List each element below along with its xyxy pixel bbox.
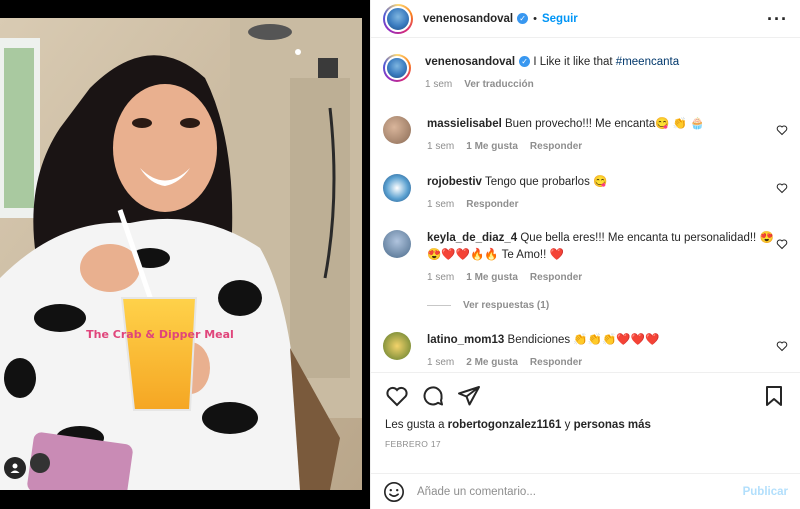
cup-print: The Crab & Dipper Meal — [86, 328, 234, 341]
commenter-avatar[interactable] — [383, 230, 411, 258]
caption-avatar[interactable] — [383, 54, 411, 82]
comment-row: rojobestiv Tengo que probarlos 😋 1 sem R… — [383, 174, 788, 210]
more-options-icon[interactable]: ··· — [767, 10, 788, 28]
comment-time: 1 sem — [427, 199, 455, 210]
post-actions: Les gusta a robertogonzalez1161 y person… — [371, 372, 800, 462]
comment-text: Buen provecho!!! Me encanta😋 👏 🧁 — [505, 118, 705, 130]
comment-username[interactable]: keyla_de_diaz_4 — [427, 232, 517, 244]
comments-list: venenosandoval ✓ I Like it like that #mee… — [371, 38, 800, 372]
user-tag-button[interactable] — [4, 457, 26, 479]
emoji-icon[interactable] — [383, 481, 405, 503]
author-username[interactable]: venenosandoval — [423, 13, 513, 25]
comment-likes[interactable]: 1 Me gusta — [466, 141, 518, 152]
author-avatar[interactable] — [383, 3, 413, 34]
likes-summary: Les gusta a robertogonzalez1161 y person… — [385, 419, 786, 431]
comment-username[interactable]: rojobestiv — [427, 176, 482, 188]
comment-time: 1 sem — [427, 141, 455, 152]
view-replies-toggle[interactable]: Ver respuestas (1) — [427, 300, 549, 311]
heart-icon[interactable] — [776, 124, 788, 136]
reply-button[interactable]: Responder — [530, 272, 582, 283]
likes-and: y — [564, 419, 571, 431]
likes-username[interactable]: robertogonzalez1161 — [448, 419, 562, 431]
comment-row: keyla_de_diaz_4 Que bella eres!!! Me enc… — [383, 230, 788, 283]
view-replies-label[interactable]: Ver respuestas (1) — [463, 300, 549, 311]
comment-row: latino_mom13 Bendiciones 👏👏👏❤️❤️❤️ 1 sem… — [383, 332, 788, 368]
bookmark-icon[interactable] — [762, 384, 786, 408]
commenter-avatar[interactable] — [383, 174, 411, 202]
post-sidebar: venenosandoval ✓ • Seguir ··· venenosand… — [370, 0, 800, 509]
post-header: venenosandoval ✓ • Seguir ··· — [371, 0, 800, 38]
comment-text: Bendiciones 👏👏👏❤️❤️❤️ — [507, 334, 660, 346]
heart-icon[interactable] — [385, 384, 409, 408]
likes-prefix: Les gusta a — [385, 419, 445, 431]
follow-button[interactable]: Seguir — [542, 13, 578, 25]
comment-likes[interactable]: 1 Me gusta — [466, 272, 518, 283]
commenter-avatar[interactable] — [383, 332, 411, 360]
publish-button[interactable]: Publicar — [743, 486, 788, 498]
heart-icon[interactable] — [776, 238, 788, 250]
see-translation-link[interactable]: Ver traducción — [464, 79, 533, 90]
comment-likes[interactable]: 2 Me gusta — [466, 357, 518, 368]
comment-row: massielisabel Buen provecho!!! Me encant… — [383, 116, 788, 152]
comment-text: Tengo que probarlos 😋 — [484, 176, 608, 188]
comment-username[interactable]: massielisabel — [427, 118, 502, 130]
comment-icon[interactable] — [421, 384, 445, 408]
replies-divider — [427, 305, 451, 306]
caption-text: I Like it like that — [533, 56, 613, 68]
likes-others[interactable]: personas más — [574, 419, 651, 431]
post-photo[interactable]: The Crab & Dipper Meal — [0, 18, 362, 490]
photo-illustration: The Crab & Dipper Meal — [0, 18, 362, 490]
caption-hashtag[interactable]: #meencanta — [616, 56, 679, 68]
post-media: The Crab & Dipper Meal — [0, 0, 370, 509]
comment-time: 1 sem — [427, 357, 455, 368]
comment-username[interactable]: latino_mom13 — [427, 334, 504, 346]
reply-button[interactable]: Responder — [466, 199, 518, 210]
heart-icon[interactable] — [776, 182, 788, 194]
share-icon[interactable] — [457, 384, 481, 408]
reply-button[interactable]: Responder — [530, 141, 582, 152]
comment-time: 1 sem — [427, 272, 455, 283]
reply-button[interactable]: Responder — [530, 357, 582, 368]
comment-input[interactable] — [417, 485, 743, 498]
separator-dot: • — [533, 12, 537, 25]
verified-badge-icon: ✓ — [517, 13, 529, 24]
post-date[interactable]: FEBRERO 17 — [385, 439, 786, 449]
user-tag-icon — [10, 463, 20, 473]
commenter-avatar[interactable] — [383, 116, 411, 144]
caption-row: venenosandoval ✓ I Like it like that #mee… — [383, 54, 788, 90]
action-icons — [385, 373, 786, 419]
heart-icon[interactable] — [776, 340, 788, 352]
caption-username[interactable]: venenosandoval — [425, 56, 515, 68]
add-comment-bar: Publicar — [371, 473, 800, 509]
caption-time: 1 sem — [425, 79, 453, 90]
verified-badge-icon: ✓ — [519, 56, 531, 68]
